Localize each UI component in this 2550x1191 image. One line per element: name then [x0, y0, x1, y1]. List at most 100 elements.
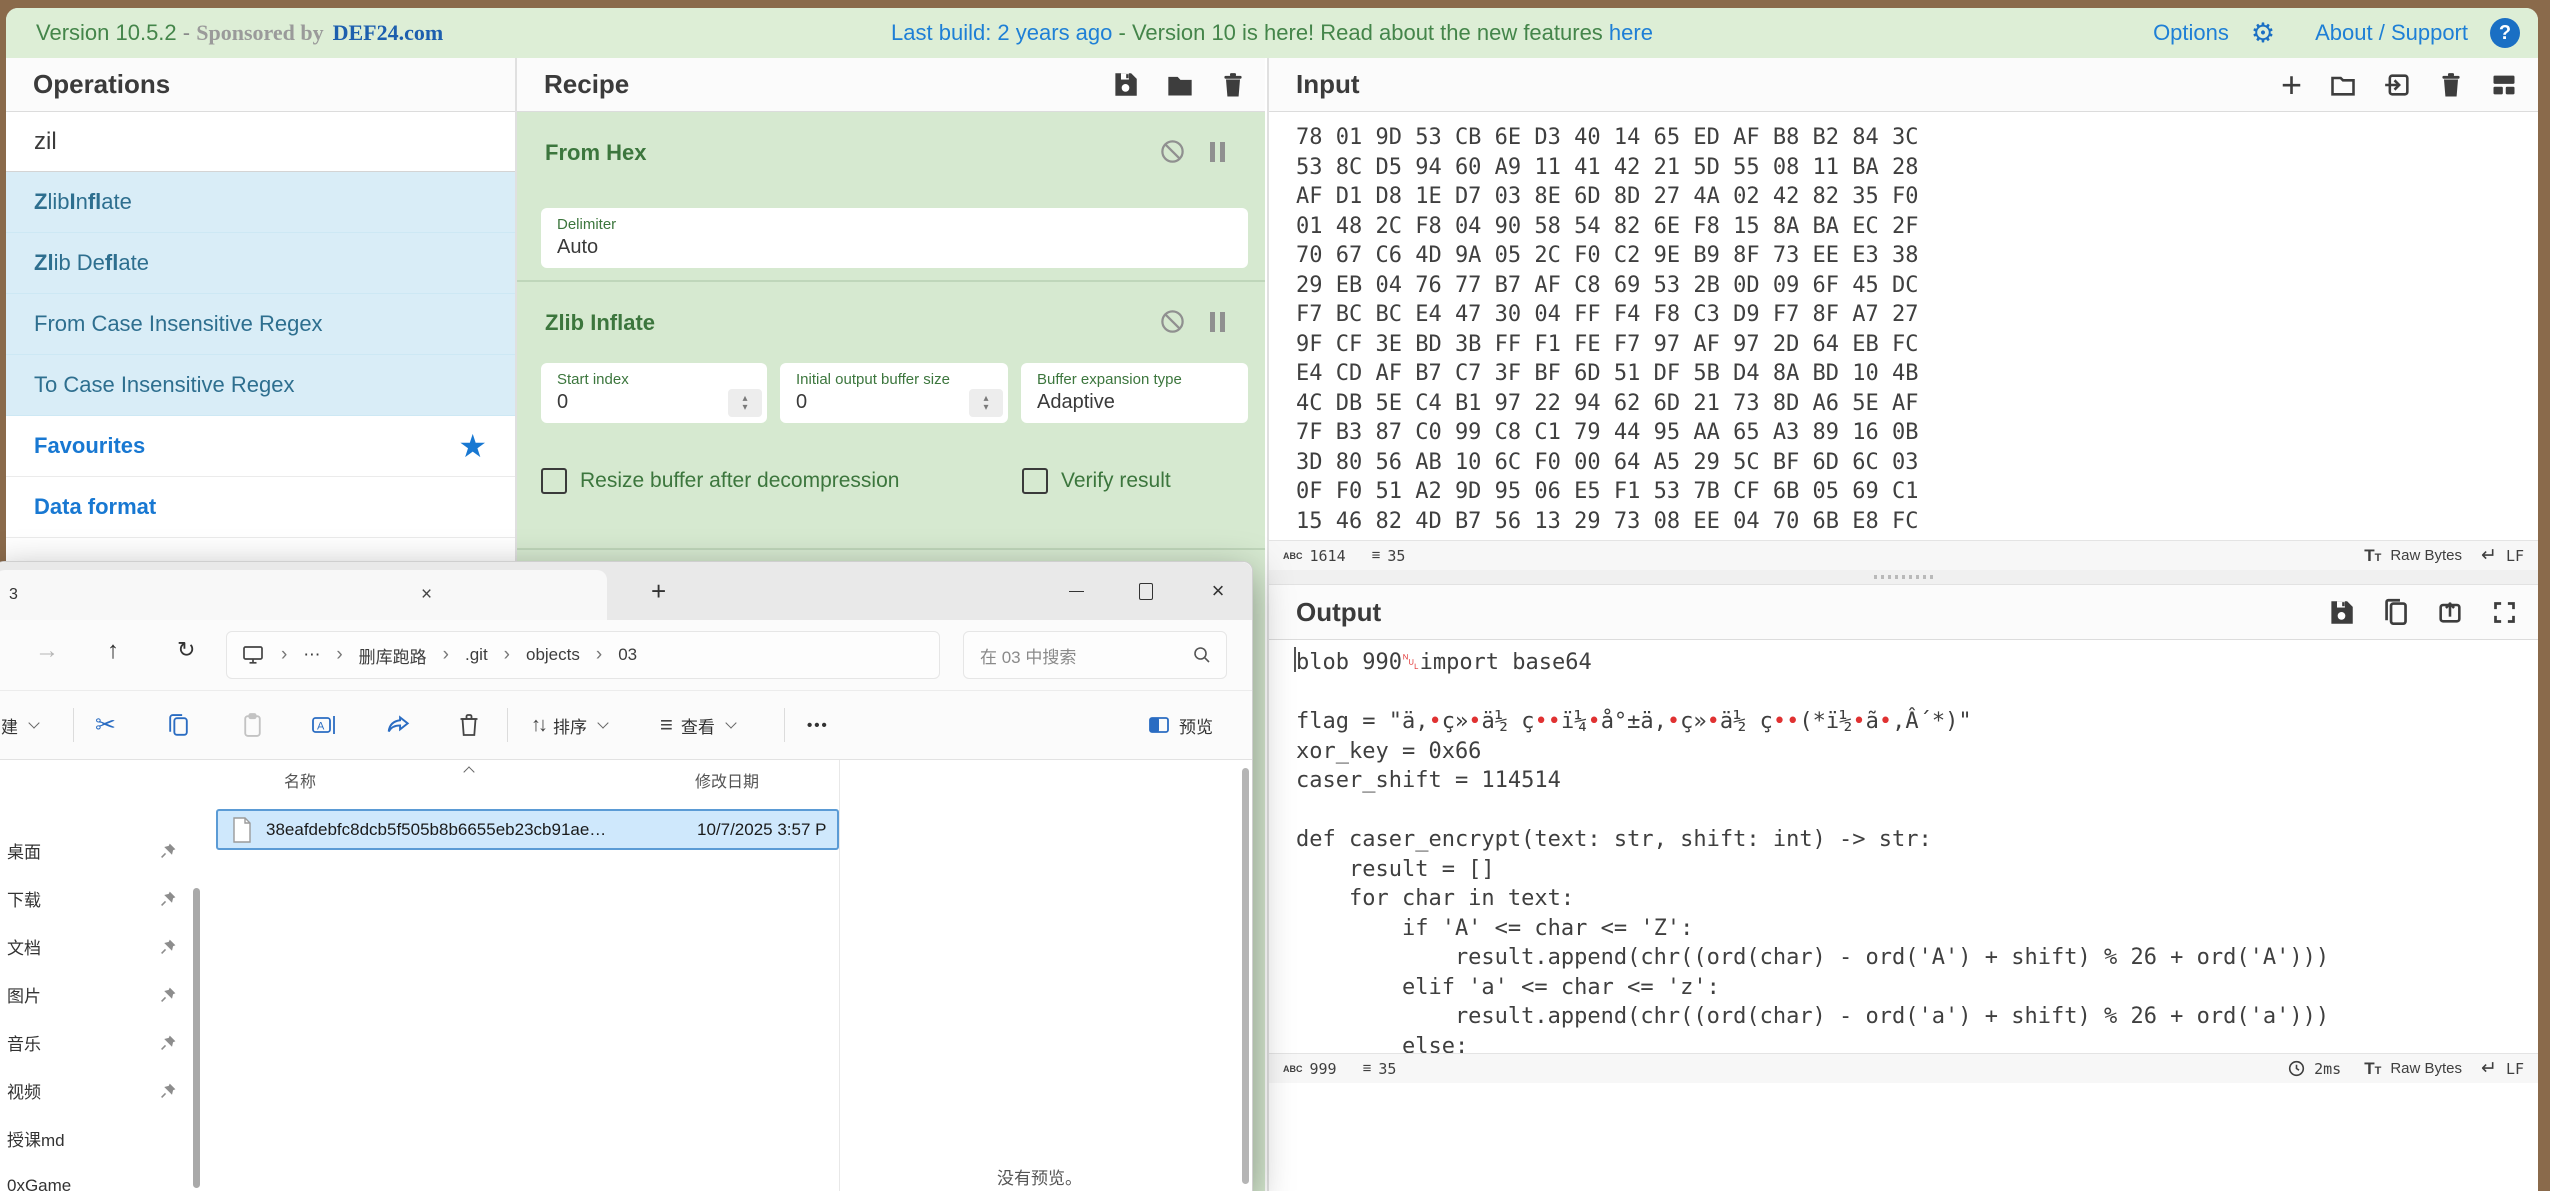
paste-button[interactable] [240, 691, 265, 759]
number-spinner[interactable]: ▴▾ [728, 389, 762, 417]
io-splitter[interactable] [1269, 570, 2538, 584]
breadcrumb-item[interactable]: 删库跑路 [359, 643, 427, 668]
sidebar-item-图片[interactable]: 图片 [0, 974, 195, 1014]
control-char: • [1468, 709, 1481, 734]
recipe-op-from-hex[interactable]: From Hex Delimiter Auto [517, 112, 1265, 282]
checkbox-icon[interactable] [541, 468, 567, 494]
options-button[interactable]: Options [2153, 20, 2229, 46]
character-encoding-icon[interactable]: TT [2364, 1059, 2381, 1079]
operation-list-item[interactable]: To Case Insensitive Regex [6, 355, 515, 416]
verify-result-checkbox[interactable]: Verify result [1022, 468, 1171, 494]
operation-list-item[interactable]: From Case Insensitive Regex [6, 294, 515, 355]
category-favourites[interactable]: Favourites ★ [6, 416, 515, 477]
sidebar-item-音乐[interactable]: 音乐 [0, 1022, 195, 1062]
more-options-button[interactable]: ••• [807, 691, 829, 759]
new-tab-icon[interactable]: + [651, 576, 666, 607]
explorer-search-box[interactable] [963, 631, 1227, 679]
features-here-link[interactable]: here [1609, 20, 1653, 46]
open-file-as-input-icon[interactable] [2384, 71, 2412, 99]
view-button[interactable]: ≡ 查看 [660, 691, 735, 759]
delete-button[interactable] [457, 691, 481, 759]
sidebar-item-授课md[interactable]: 授课md [0, 1118, 195, 1158]
close-button[interactable]: × [1195, 574, 1241, 608]
save-output-icon[interactable] [2328, 599, 2355, 626]
maximize-output-icon[interactable] [2491, 599, 2518, 626]
delimiter-select[interactable]: Delimiter Auto [541, 208, 1248, 268]
copy-output-icon[interactable] [2382, 598, 2409, 627]
sort-button[interactable]: ↑↓ 排序 [531, 691, 607, 759]
view-label: 查看 [681, 713, 715, 738]
explorer-tab[interactable]: 3 × [0, 570, 607, 620]
clear-recipe-trash-icon[interactable] [1221, 71, 1245, 98]
rename-button[interactable]: A [311, 691, 337, 759]
maximize-button[interactable] [1123, 574, 1169, 608]
minimize-button[interactable] [1053, 574, 1099, 608]
sidebar-item-0xGame[interactable]: 0xGame [0, 1166, 195, 1191]
input-eol[interactable]: LF [2506, 547, 2524, 565]
breakpoint-pause-icon[interactable] [1210, 312, 1225, 332]
character-encoding-icon[interactable]: TT [2364, 546, 2381, 566]
operation-list-item[interactable]: Zlib Deflate [6, 233, 515, 294]
checkbox-icon[interactable] [1022, 468, 1048, 494]
preview-toggle-button[interactable]: 预览 [1147, 691, 1213, 759]
star-icon[interactable]: ★ [458, 427, 487, 465]
column-header-name[interactable]: 名称 [284, 768, 316, 792]
sidebar-item-桌面[interactable]: 桌面 [0, 830, 195, 870]
category-data-format[interactable]: Data format [6, 477, 515, 538]
sidebar-item-视频[interactable]: 视频 [0, 1070, 195, 1110]
breadcrumb[interactable]: ›⋯›删库跑路›.git›objects›03 [226, 631, 940, 679]
open-folder-icon[interactable] [2329, 71, 2357, 99]
explorer-scrollbar[interactable] [1242, 768, 1249, 1184]
sidebar-item-下载[interactable]: 下载 [0, 878, 195, 918]
operations-search-input[interactable] [6, 112, 515, 171]
sponsor-link[interactable]: DEF24.com [333, 20, 444, 46]
new-button[interactable]: 建 [1, 691, 38, 759]
forward-icon[interactable]: → [35, 637, 59, 665]
start-index-input[interactable] [557, 391, 725, 414]
question-circle-icon[interactable]: ? [2490, 18, 2520, 48]
about-support-link[interactable]: About / Support [2315, 20, 2468, 46]
add-input-tab-icon[interactable]: + [2281, 75, 2302, 95]
output-eol[interactable]: LF [2506, 1060, 2524, 1078]
resize-buffer-checkbox[interactable]: Resize buffer after decompression [541, 468, 899, 494]
output-text-segment: ‚Â´*)" [1892, 709, 1971, 734]
explorer-search-input[interactable] [964, 644, 1182, 666]
output-encoding[interactable]: Raw Bytes [2390, 1060, 2462, 1077]
disable-op-icon[interactable] [1159, 308, 1186, 335]
breakpoint-pause-icon[interactable] [1210, 142, 1225, 162]
breadcrumb-item[interactable]: .git [465, 645, 488, 665]
refresh-icon[interactable]: ↻ [177, 637, 195, 663]
replace-input-with-output-icon[interactable] [2436, 598, 2464, 626]
up-icon[interactable]: ↑ [107, 637, 119, 665]
share-button[interactable] [386, 691, 412, 759]
operation-list-item[interactable]: Zlib Inflate [6, 172, 515, 233]
cut-button[interactable]: ✂ [95, 691, 116, 759]
input-encoding[interactable]: Raw Bytes [2390, 547, 2462, 564]
last-build-link[interactable]: Last build: 2 years ago [891, 20, 1112, 46]
breadcrumb-item[interactable]: ⋯ [303, 645, 320, 665]
breadcrumb-item[interactable]: objects [526, 645, 580, 665]
gear-icon[interactable]: ⚙ [2251, 18, 2275, 49]
initial-buffer-field[interactable]: Initial output buffer size ▴▾ [780, 363, 1008, 423]
input-editor[interactable]: 78 01 9D 53 CB 6E D3 40 14 65 ED AF B8 B… [1269, 112, 2538, 540]
breadcrumb-item[interactable]: 03 [618, 645, 637, 665]
tab-layout-icon[interactable] [2490, 71, 2518, 99]
recipe-op-zlib-inflate[interactable]: Zlib Inflate Start index ▴▾ Initial outp… [517, 282, 1265, 550]
eol-icon[interactable]: ↵ [2481, 544, 2497, 567]
clear-input-trash-icon[interactable] [2439, 71, 2463, 98]
initial-buffer-input[interactable] [796, 391, 966, 414]
column-header-date[interactable]: 修改日期 [695, 768, 759, 792]
output-editor[interactable]: blob 990␀import base64 flag = "ä‚•ç»•ä½ … [1269, 640, 2538, 1053]
save-recipe-icon[interactable] [1112, 71, 1139, 98]
sidebar-scrollbar[interactable] [193, 888, 200, 1188]
disable-op-icon[interactable] [1159, 138, 1186, 165]
copy-button[interactable] [166, 691, 191, 759]
load-recipe-folder-icon[interactable] [1166, 71, 1194, 99]
eol-icon[interactable]: ↵ [2481, 1057, 2497, 1080]
sidebar-item-文档[interactable]: 文档 [0, 926, 195, 966]
number-spinner[interactable]: ▴▾ [969, 389, 1003, 417]
tab-close-icon[interactable]: × [421, 584, 432, 606]
start-index-field[interactable]: Start index ▴▾ [541, 363, 767, 423]
buffer-expansion-select[interactable]: Buffer expansion type Adaptive [1021, 363, 1248, 423]
file-row[interactable]: 38eafdebfc8dcb5f505b8b6655eb23cb91ae… 10… [216, 809, 839, 850]
